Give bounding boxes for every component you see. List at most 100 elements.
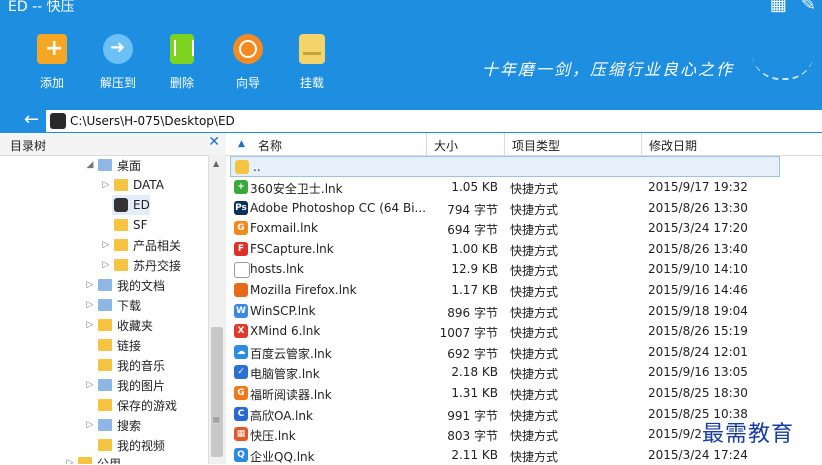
table-row[interactable]: G Foxmail.lnk 694 字节 快捷方式 2015/3/24 17:20 [226,218,822,238]
photoshop-icon: Ps [234,200,248,215]
tree-item-public[interactable]: ▷ 公用 [64,453,121,464]
table-row[interactable]: +360安全卫士.lnk 1.05 KB 快捷方式 2015/9/17 19:32 [226,177,822,197]
file-date: 2015/9/16 13:05 [648,365,748,380]
table-row[interactable]: W WinSCP.lnk 896 字节 快捷方式 2015/9/18 19:04 [226,301,822,321]
delete-button[interactable]: 删除 [152,34,212,91]
tree-scrollbar[interactable]: ▲ ≡ [208,155,226,464]
folder-icon [98,359,112,371]
column-name-label: 名称 [258,139,283,153]
scroll-thumb[interactable] [211,327,223,457]
tree-item-sf[interactable]: SF [112,215,148,235]
tree-item-favorites[interactable]: ▷ 收藏夹 [84,315,153,335]
table-row[interactable]: F FSCapture.lnk 1.00 KB 快捷方式 2015/8/26 13:40 [226,239,822,259]
decoration-icon [752,52,814,80]
tree-item-documents[interactable]: ▷ 我的文档 [84,275,165,295]
collapse-icon[interactable]: ▷ [64,458,76,464]
collapse-icon[interactable]: ▷ [84,380,96,390]
file-name: 快压.lnk [250,429,296,444]
add-button[interactable]: + 添加 [22,34,82,91]
document-icon [234,262,250,279]
mount-button[interactable]: 挂载 [282,34,342,91]
folder-icon [114,219,128,231]
tree-item-label: 桌面 [117,158,142,173]
table-row[interactable]: Ps Adobe Photoshop CC (64 Bi... 794 字节 快捷方式… [226,198,822,218]
collapse-icon[interactable]: ▷ [84,420,96,430]
tree-item-label: 我的图片 [117,378,166,393]
path-text: C:\Users\H-075\Desktop\ED [70,114,235,128]
tree-item-products[interactable]: ▷ 产品相关 [100,235,181,255]
file-type: 快捷方式 [510,223,559,238]
tree-item-downloads[interactable]: ▷ 下载 [84,295,141,315]
extract-button[interactable]: ➜ 解压到 [88,34,148,91]
file-name: Adobe Photoshop CC (64 Bi... [250,200,426,215]
folder-ed-icon [114,198,128,212]
grid-icon[interactable]: ▦ [770,0,787,14]
folder-icon [114,239,128,251]
tree-header: 目录树 ✕ [0,133,226,156]
firefox-icon [234,283,248,297]
collapse-icon[interactable]: ▷ [84,300,96,310]
close-icon[interactable]: ✕ [208,134,220,150]
tree-item-links[interactable]: 链接 [96,335,141,355]
column-date[interactable]: 修改日期 [641,133,822,155]
table-row[interactable]: hosts.lnk 12.9 KB 快捷方式 2015/9/10 14:10 [226,259,822,279]
back-arrow-icon[interactable]: ← [24,109,39,130]
tree-item-label: 下载 [117,298,142,313]
tree-item-label: 保存的游戏 [117,398,178,413]
file-date: 2015/8/24 12:01 [648,344,748,359]
tree-item-music[interactable]: 我的音乐 [96,355,165,375]
table-row[interactable]: G 福昕阅读器.lnk 1.31 KB 快捷方式 2015/8/25 18:30 [226,383,822,403]
column-name[interactable]: ▲ 名称 [226,133,427,155]
table-row[interactable]: Mozilla Firefox.lnk 1.17 KB 快捷方式 2015/9/16 … [226,280,822,300]
folder-icon [98,379,112,391]
file-date: 2015/8/26 13:40 [648,241,748,256]
expand-icon[interactable]: ◢ [84,160,96,170]
column-type[interactable]: 项目类型 [504,133,642,155]
table-row[interactable]: ✓ 电脑管家.lnk 2.18 KB 快捷方式 2015/9/16 13:05 [226,362,822,382]
parent-folder-row[interactable]: .. [230,156,780,177]
collapse-icon[interactable]: ▷ [100,240,112,250]
watermark: 最需教育 [702,422,795,447]
file-size: 692 字节 [447,346,498,361]
directory-tree: ◢ 桌面 ▷ DATA ED SF ▷ 产品相关 ▷ 苏丹交接 ▷ 我的文档 ▷… [0,155,208,464]
collapse-icon[interactable]: ▷ [100,180,112,190]
file-size: 1007 字节 [439,326,498,341]
toolbar-area: ED -- 快压 ▦ ✎ + 添加 ➜ 解压到 删除 向导 挂载 十年磨一剑，压… [0,0,822,108]
tree-item-videos[interactable]: 我的视频 [96,435,165,455]
wizard-button[interactable]: 向导 [218,34,278,91]
file-date: 2015/8/26 15:19 [648,324,748,339]
tree-item-handover[interactable]: ▷ 苏丹交接 [100,255,181,275]
collapse-icon[interactable]: ▷ [84,280,96,290]
tree-item-data[interactable]: ▷ DATA [100,175,164,195]
slogan: 十年磨一剑，压缩行业良心之作 [482,60,735,79]
table-row[interactable]: X XMind 6.lnk 1007 字节 快捷方式 2015/8/26 15:19 [226,321,822,341]
file-type: 快捷方式 [510,285,559,299]
wrench-icon[interactable]: ✎ [801,0,816,14]
collapse-icon[interactable]: ▷ [84,320,96,330]
tree-item-label: 我的文档 [117,278,166,293]
file-name: 电脑管家.lnk [250,367,320,382]
collapse-icon[interactable]: ▷ [100,260,112,270]
scroll-up-icon[interactable]: ▲ [213,159,219,168]
tree-item-ed[interactable]: ED [112,195,150,215]
file-date: 2015/9/10 14:10 [648,262,748,277]
sort-arrow-icon: ▲ [238,139,245,149]
360-icon: + [234,180,248,194]
column-size[interactable]: 大小 [426,133,505,155]
tree-item-label: 收藏夹 [117,318,154,333]
tree-item-search[interactable]: ▷ 搜索 [84,415,141,435]
tree-item-label: DATA [133,178,164,192]
file-size: 1.00 KB [451,241,498,256]
folder-icon [235,160,249,174]
folder-icon [98,399,112,411]
file-date: 2015/8/25 18:30 [648,386,748,400]
oa-icon: C [234,406,248,421]
table-row[interactable]: ☁ 百度云管家.lnk 692 字节 快捷方式 2015/8/24 12:01 [226,342,822,362]
tree-item-pictures[interactable]: ▷ 我的图片 [84,375,165,395]
tree-item-saved-games[interactable]: 保存的游戏 [96,395,177,415]
file-size: 1.31 KB [451,386,498,400]
folder-ed-icon [50,113,66,129]
column-date-label: 修改日期 [649,139,698,153]
tree-item-desktop[interactable]: ◢ 桌面 [84,155,141,175]
path-field[interactable]: C:\Users\H-075\Desktop\ED [46,110,822,132]
